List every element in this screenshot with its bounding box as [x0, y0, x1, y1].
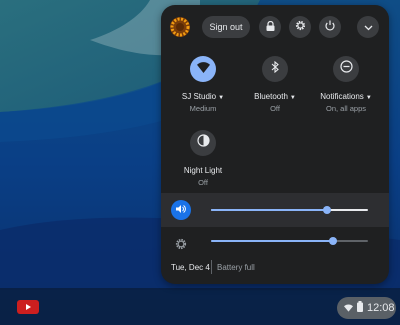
volume-row — [161, 193, 389, 227]
sign-out-button[interactable]: Sign out — [202, 16, 250, 38]
tile-label: Night Light — [183, 166, 223, 175]
brightness-fill — [211, 240, 333, 242]
wifi-network-dropdown[interactable]: SJ Studio ▼ — [166, 92, 240, 101]
date-label[interactable]: Tue, Dec 4 — [171, 263, 210, 272]
caret-down-icon: ▼ — [289, 95, 296, 101]
mute-button[interactable] — [171, 200, 191, 220]
notifications-icon — [339, 60, 353, 78]
power-button[interactable] — [319, 16, 341, 38]
caret-down-icon: ▼ — [218, 95, 225, 101]
tile-night-light: Night Light Off — [166, 130, 240, 187]
bluetooth-dropdown[interactable]: Bluetooth ▼ — [238, 92, 312, 101]
wifi-status-icon — [344, 299, 353, 317]
notifications-dropdown[interactable]: Notifications ▼ — [309, 92, 383, 101]
chevron-down-icon — [364, 18, 373, 36]
power-icon — [325, 18, 335, 36]
bluetooth-icon — [271, 60, 279, 78]
caret-down-icon: ▼ — [365, 95, 372, 101]
collapse-button[interactable] — [357, 16, 379, 38]
tile-sublabel: Off — [198, 178, 208, 187]
volume-fill — [211, 209, 327, 211]
night-light-toggle[interactable] — [190, 130, 216, 156]
bluetooth-toggle[interactable] — [262, 56, 288, 82]
wifi-toggle[interactable] — [190, 56, 216, 82]
tile-label: Notifications — [320, 92, 364, 101]
tile-sublabel: Off — [270, 104, 280, 113]
tile-bluetooth: Bluetooth ▼ Off — [238, 56, 312, 113]
night-light-icon — [196, 134, 210, 152]
tile-sublabel: On, all apps — [325, 104, 367, 113]
footer-divider — [211, 260, 212, 274]
status-area-button[interactable]: 12:08 — [337, 297, 396, 319]
notifications-toggle[interactable] — [333, 56, 359, 82]
brightness-thumb[interactable] — [329, 237, 337, 245]
tile-label: SJ Studio — [181, 92, 217, 101]
tile-wifi: SJ Studio ▼ Medium — [166, 56, 240, 113]
lock-icon — [266, 18, 275, 36]
avatar[interactable] — [170, 17, 190, 37]
tile-label: Bluetooth — [254, 92, 288, 101]
volume-thumb[interactable] — [323, 206, 331, 214]
settings-button[interactable] — [289, 16, 311, 38]
quick-settings-panel: Sign out SJ Studio ▼ Medium Bluetooth ▼ … — [161, 5, 389, 284]
brightness-icon — [175, 237, 187, 250]
youtube-icon[interactable] — [17, 300, 39, 314]
volume-icon — [175, 201, 187, 219]
tile-sublabel: Medium — [189, 104, 217, 113]
tile-notifications: Notifications ▼ On, all apps — [309, 56, 383, 113]
wifi-icon — [196, 60, 210, 78]
gear-icon — [295, 18, 306, 36]
clock-time: 12:08 — [367, 302, 395, 314]
battery-status: Battery full — [217, 263, 255, 272]
lock-button[interactable] — [259, 16, 281, 38]
battery-icon — [357, 299, 363, 317]
